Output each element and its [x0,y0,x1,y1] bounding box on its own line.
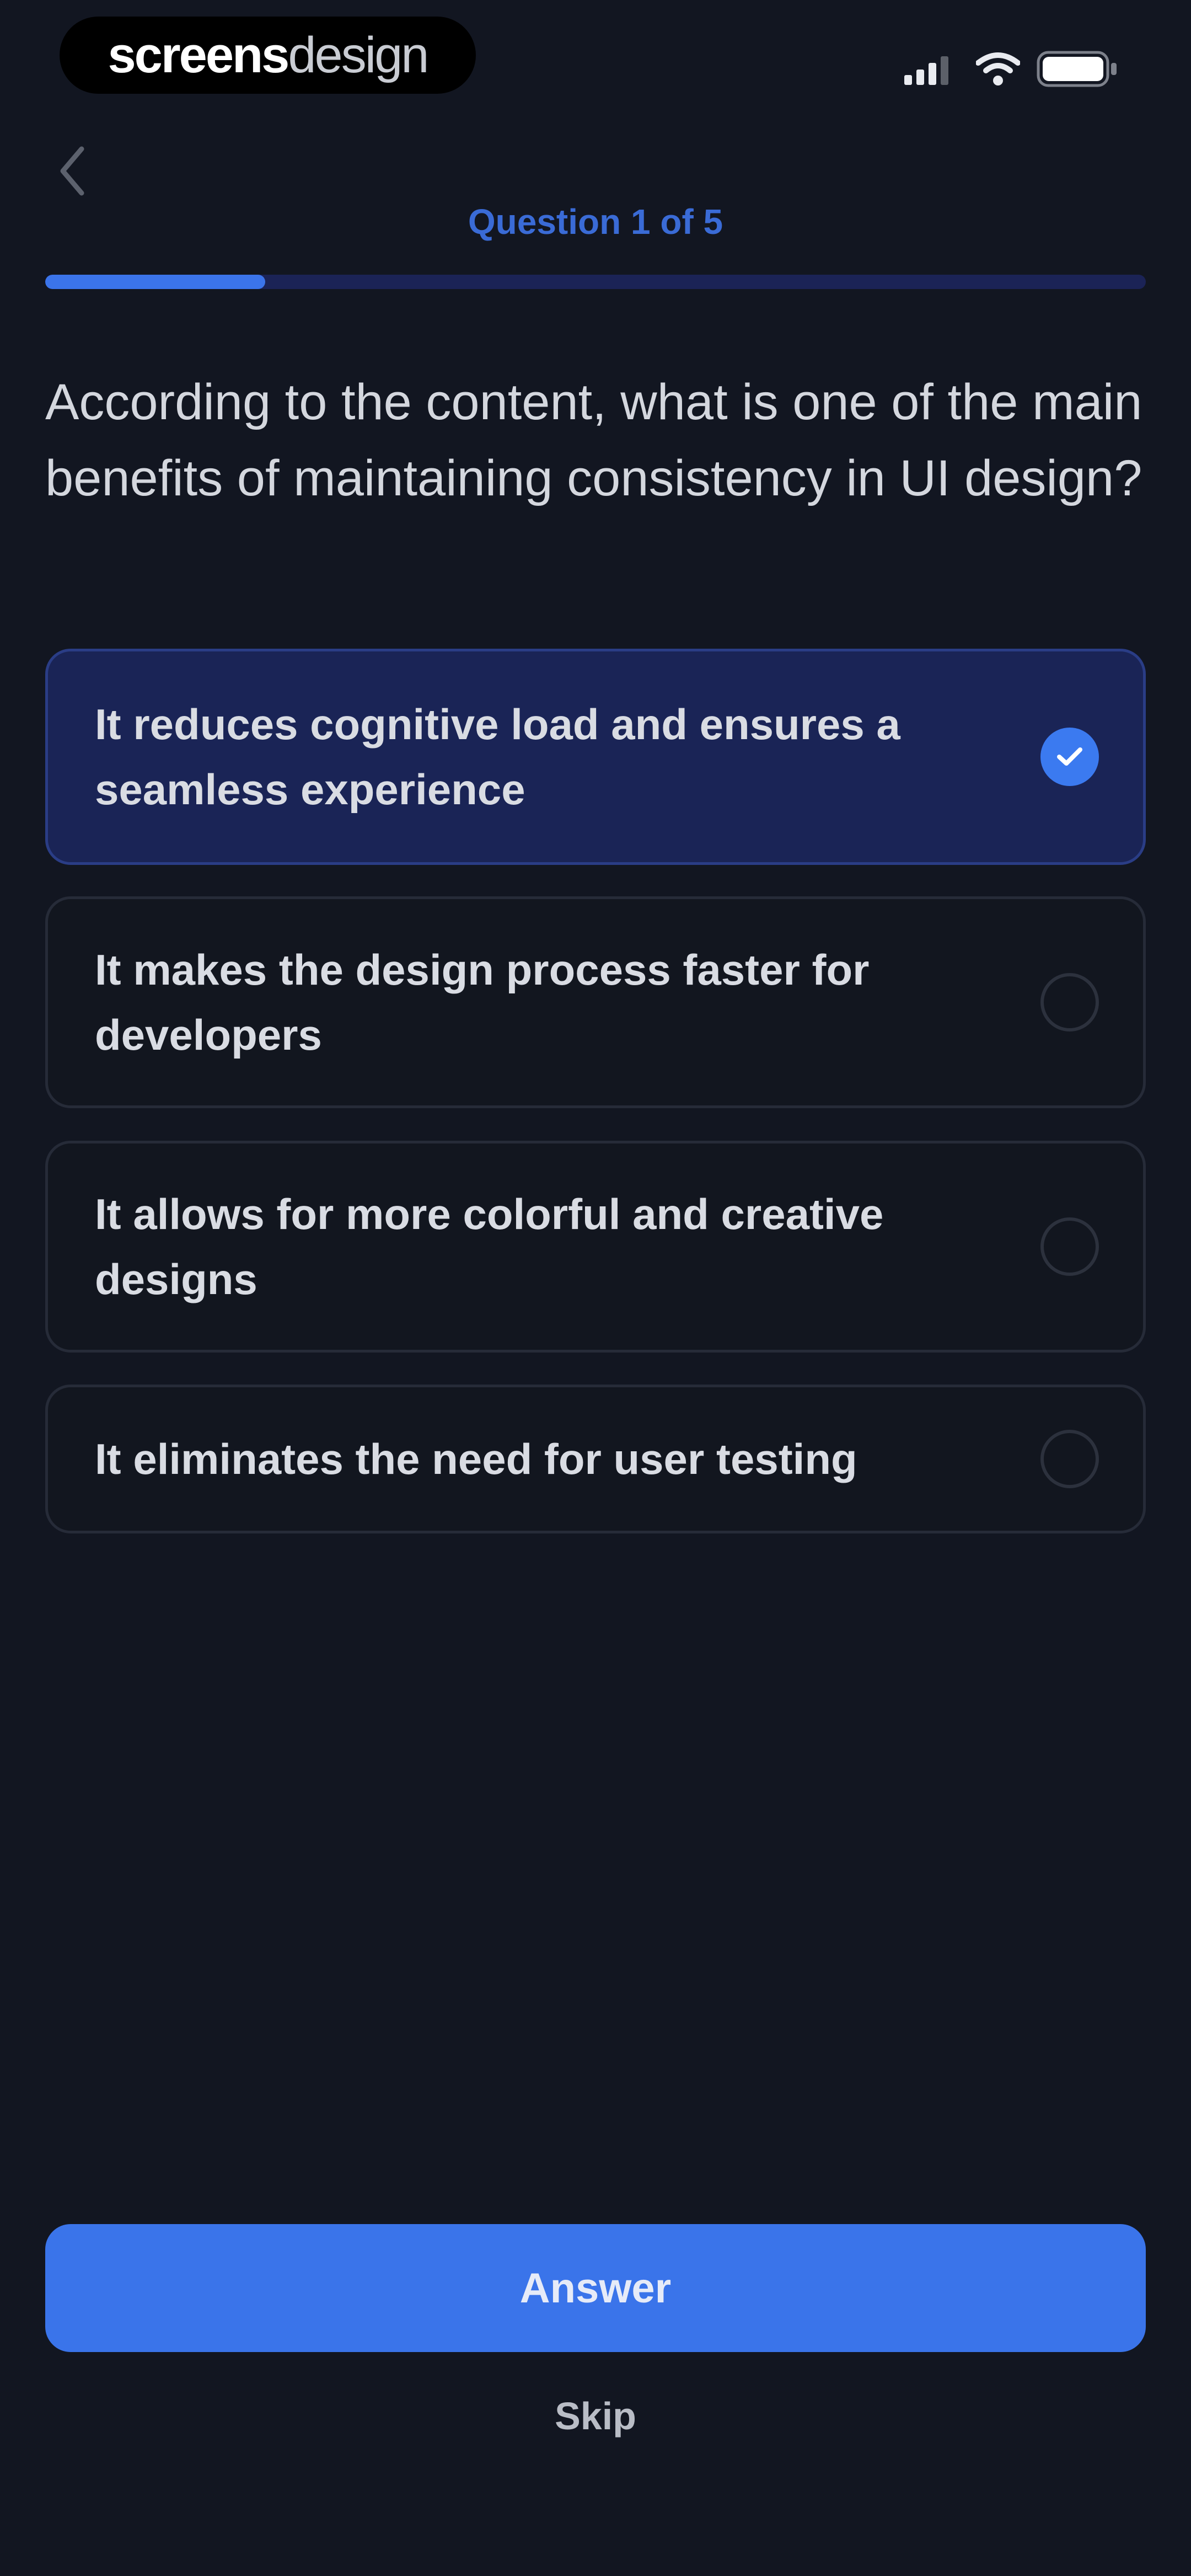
battery-icon [1037,51,1117,87]
checkmark-icon [1057,747,1082,766]
chevron-left-icon [60,146,84,196]
answer-option-label: It makes the design process faster for d… [95,945,870,1059]
answer-button[interactable]: Answer [45,2224,1146,2352]
skip-button[interactable]: Skip [0,2394,1191,2438]
question-text: According to the content, what is one of… [45,374,1142,506]
brand-logo: screens design [60,17,476,94]
answer-option-label: It allows for more colorful and creative… [95,1190,884,1303]
answer-option-label: It reduces cognitive load and ensures a … [95,700,900,814]
quiz-screen: screens design Question 1 of 5 According … [0,0,1191,2576]
radio-unchecked-icon [1040,1430,1099,1488]
back-button[interactable] [50,138,94,204]
progress-bar-fill [45,275,266,289]
question-counter: Question 1 of 5 [468,202,723,242]
answer-option[interactable]: It makes the design process faster for d… [45,896,1146,1108]
cellular-signal-icon [904,54,948,85]
progress-bar [45,275,1146,289]
wifi-icon [976,52,1020,85]
answer-option[interactable]: It allows for more colorful and creative… [45,1141,1146,1353]
answer-option-label: It eliminates the need for user testing [95,1435,857,1483]
answer-option[interactable]: It reduces cognitive load and ensures a … [45,649,1146,865]
radio-unchecked-icon [1040,1217,1099,1276]
answer-option[interactable]: It eliminates the need for user testing [45,1385,1146,1533]
radio-checked-icon [1040,728,1099,786]
radio-unchecked-icon [1040,973,1099,1032]
brand-bold-text: screens [108,26,290,83]
brand-light-text: design [288,26,429,83]
